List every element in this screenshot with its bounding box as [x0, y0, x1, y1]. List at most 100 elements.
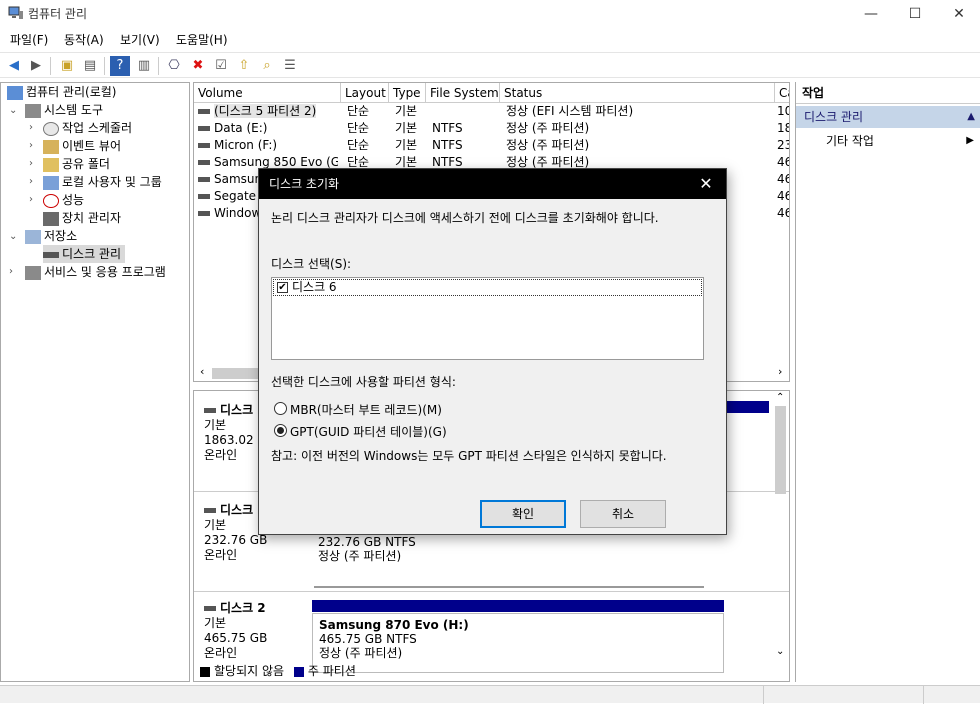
volume-cell: 18: [777, 121, 789, 135]
tree-item-services[interactable]: 서비스 및 응용 프로그램: [25, 263, 166, 281]
volume-name: (디스크 5 파티션 2): [214, 104, 317, 118]
column-header-file-system[interactable]: File System: [426, 83, 500, 103]
forward-icon[interactable]: ▶: [26, 56, 46, 76]
menu-view[interactable]: 보기(V): [120, 31, 160, 48]
legend: 할당되지 않음 주 파티션: [196, 662, 790, 680]
unallocated-swatch: [200, 666, 210, 677]
dialog-close-button[interactable]: ✕: [694, 169, 718, 199]
disk-listbox[interactable]: ✔ 디스크 6: [271, 277, 704, 360]
tree-item-disk-management[interactable]: 디스크 관리: [43, 245, 126, 263]
partition-border: [314, 586, 704, 588]
volume-cell: 단순: [347, 121, 370, 135]
scroll-left-icon[interactable]: ‹: [200, 365, 204, 378]
minimize-button[interactable]: —: [848, 0, 894, 28]
scroll-up-icon[interactable]: ⌃: [776, 392, 784, 403]
disk-icon: [204, 508, 216, 513]
properties-pane-icon[interactable]: ▥: [134, 56, 154, 76]
volume-name: Samsung 850 Evo (G:): [214, 155, 338, 169]
volume-cell: 10: [777, 104, 789, 118]
column-header-capacity[interactable]: Ca: [775, 83, 789, 103]
tree-label: 공유 폴더: [62, 157, 110, 171]
menu-action[interactable]: 동작(A): [64, 31, 104, 48]
storage-icon: [25, 229, 41, 244]
connect-icon[interactable]: ⎔: [164, 56, 184, 76]
column-header-layout[interactable]: Layout: [341, 83, 389, 103]
actions-section-disk-management[interactable]: 디스크 관리 ▲: [796, 106, 980, 128]
shared-folder-icon: [43, 157, 59, 172]
tree-item-root[interactable]: 컴퓨터 관리(로컬): [7, 83, 116, 101]
volume-name-cell[interactable]: Micron (F:): [198, 137, 338, 154]
disk-list-item[interactable]: ✔ 디스크 6: [273, 279, 702, 296]
back-icon[interactable]: ◀: [4, 56, 24, 76]
expand-arrow-icon[interactable]: ›: [29, 140, 33, 151]
toolbar-separator: [50, 57, 51, 75]
partition-bar: [312, 600, 724, 612]
expand-arrow-icon[interactable]: ›: [29, 122, 33, 133]
check-icon[interactable]: ☑: [211, 56, 231, 76]
tree-label: 로컬 사용자 및 그룹: [62, 175, 162, 189]
users-icon: [43, 175, 59, 190]
disk-checkbox[interactable]: ✔: [277, 282, 288, 293]
tools-icon: [25, 103, 41, 118]
volume-name: Window: [214, 206, 262, 220]
computer-management-icon: [7, 85, 23, 100]
show-hide-tree-icon[interactable]: ▤: [80, 56, 100, 76]
tree-item-storage[interactable]: 저장소: [25, 227, 77, 245]
tree-item-device-manager[interactable]: 장치 관리자: [43, 209, 121, 227]
volume-icon: [198, 109, 210, 114]
expand-arrow-icon[interactable]: ›: [29, 176, 33, 187]
disk-info[interactable]: 디스크 2 기본 465.75 GB 온라인: [204, 601, 304, 661]
expand-arrow-icon[interactable]: ›: [29, 194, 33, 205]
volume-name-cell[interactable]: Data (E:): [198, 120, 338, 137]
scroll-thumb[interactable]: [775, 406, 786, 494]
collapse-arrow-icon[interactable]: ⌄: [9, 231, 17, 242]
disk-name: 디스크 2: [220, 601, 266, 615]
volume-cell: 단순: [347, 104, 370, 118]
delete-icon[interactable]: ✖: [188, 56, 208, 76]
tree-item-performance[interactable]: 성능: [43, 191, 84, 209]
partition-block[interactable]: 232.76 GB NTFS 정상 (주 파티션): [310, 531, 705, 589]
tree-item-task-scheduler[interactable]: 작업 스케줄러: [43, 119, 132, 137]
column-header-status[interactable]: Status: [500, 83, 775, 103]
disk-state: 온라인: [204, 548, 238, 562]
column-header-volume[interactable]: Volume: [194, 83, 341, 103]
maximize-button[interactable]: ☐: [892, 0, 938, 28]
folder-up-icon[interactable]: ⇧: [234, 56, 254, 76]
volume-name-cell[interactable]: (디스크 5 파티션 2): [198, 103, 338, 120]
search-folder-icon[interactable]: ⌕: [257, 56, 277, 76]
tree-label: 저장소: [44, 229, 78, 243]
action-more-actions[interactable]: 기타 작업: [826, 132, 874, 150]
collapse-up-icon[interactable]: ▲: [967, 106, 975, 128]
menu-help[interactable]: 도움말(H): [176, 31, 228, 48]
scroll-right-icon[interactable]: ›: [778, 365, 782, 378]
tree-item-local-users[interactable]: 로컬 사용자 및 그룹: [43, 173, 162, 191]
cancel-button[interactable]: 취소: [580, 500, 666, 528]
help-icon[interactable]: ?: [110, 56, 130, 76]
gpt-label[interactable]: GPT(GUID 파티션 테이블)(G): [290, 423, 447, 440]
submenu-arrow-icon[interactable]: ▶: [966, 132, 974, 150]
vertical-scrollbar[interactable]: ⌃ ⌄: [773, 392, 788, 660]
scroll-down-icon[interactable]: ⌄: [776, 646, 784, 657]
up-folder-icon[interactable]: ▣: [57, 56, 77, 76]
menu-file[interactable]: 파일(F): [10, 31, 48, 48]
collapse-arrow-icon[interactable]: ⌄: [9, 105, 17, 116]
expand-arrow-icon[interactable]: ›: [29, 158, 33, 169]
select-disk-label: 디스크 선택(S):: [271, 257, 352, 271]
legend-primary: 주 파티션: [307, 664, 356, 678]
tree-item-shared-folders[interactable]: 공유 폴더: [43, 155, 110, 173]
ok-button[interactable]: 확인: [480, 500, 566, 528]
gpt-radio[interactable]: [274, 424, 287, 437]
section-label: 디스크 관리: [804, 110, 864, 124]
close-window-button[interactable]: ✕: [936, 0, 980, 28]
volume-name: Data (E:): [214, 121, 268, 135]
expand-arrow-icon[interactable]: ›: [9, 266, 13, 277]
mbr-label[interactable]: MBR(마스터 부트 레코드)(M): [290, 401, 442, 418]
column-header-type[interactable]: Type: [389, 83, 426, 103]
tree-item-system-tools[interactable]: 시스템 도구: [25, 101, 103, 119]
volume-icon: [198, 126, 210, 131]
list-view-icon[interactable]: ☰: [280, 56, 300, 76]
tree-item-event-viewer[interactable]: 이벤트 뷰어: [43, 137, 121, 155]
performance-icon: [43, 193, 59, 208]
tree-label: 시스템 도구: [44, 103, 104, 117]
mbr-radio[interactable]: [274, 402, 287, 415]
